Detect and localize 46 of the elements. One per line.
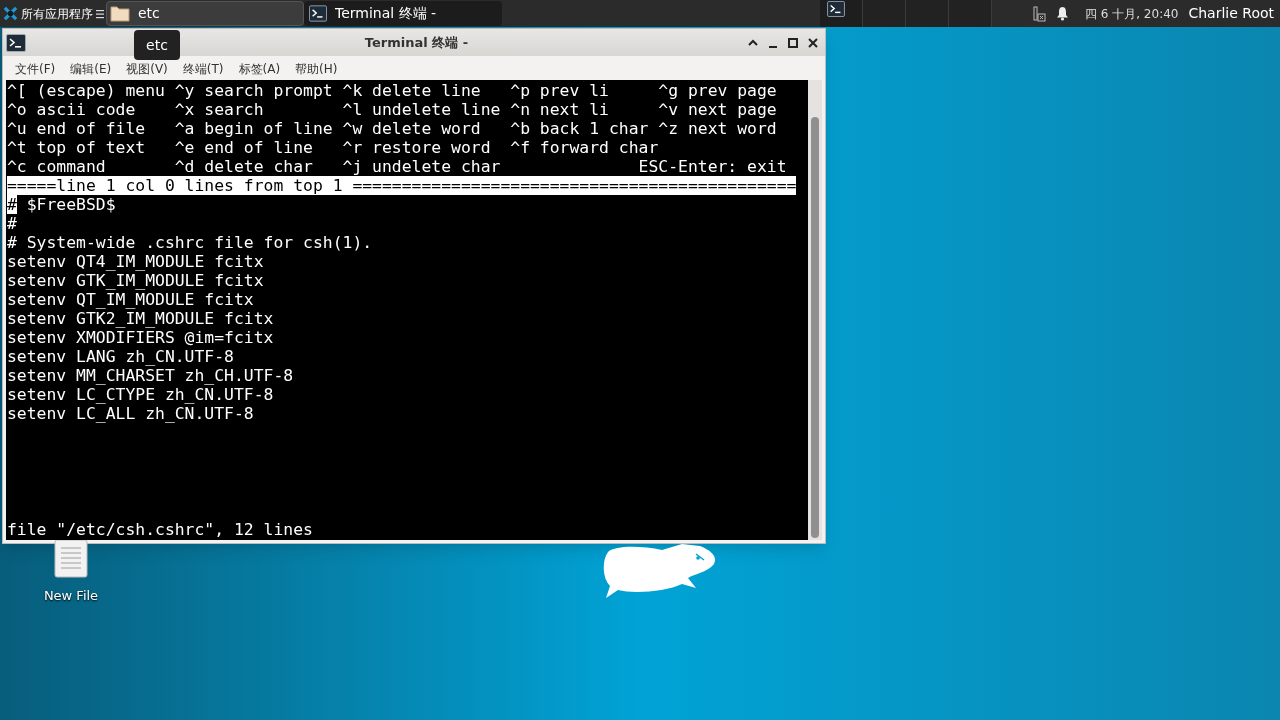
menu-item[interactable]: 终端(T)	[176, 60, 230, 78]
help-line: ^u end of file ^a begin of line ^w delete word ^b back 1 char ^z next word	[7, 119, 777, 138]
file-line: setenv MM_CHARSET zh_CH.UTF-8	[7, 366, 294, 385]
help-line: ^o ascii code ^x search ^l undelete line ^n next li ^v next page	[7, 100, 777, 119]
desktop-icon-label[interactable]: New File	[43, 586, 99, 606]
document-icon[interactable]	[54, 540, 88, 578]
help-line: ^[ (escape) menu ^y search prompt ^k delete line ^p prev li ^g prev page	[7, 81, 777, 100]
folder-icon	[110, 5, 130, 22]
file-line: #	[7, 214, 17, 233]
file-line: setenv QT_IM_MODULE fcitx	[7, 290, 254, 309]
scrollbar[interactable]	[808, 80, 822, 540]
clock[interactable]: 四 6 十月, 20:40	[1078, 4, 1179, 23]
status-message: file "/etc/csh.cshrc", 12 lines	[7, 520, 313, 540]
terminal-icon	[6, 33, 26, 52]
file-line: setenv GTK2_IM_MODULE fcitx	[7, 309, 274, 328]
task-button[interactable]: etc	[106, 1, 304, 26]
file-line: setenv LANG zh_CN.UTF-8	[7, 347, 234, 366]
text-cursor: #	[7, 195, 17, 214]
xfce-logo-icon	[3, 6, 18, 21]
menu-item[interactable]: 编辑(E)	[64, 60, 118, 78]
file-line: setenv GTK_IM_MODULE fcitx	[7, 271, 264, 290]
network-icon	[1031, 5, 1046, 22]
workspace-button[interactable]	[820, 0, 863, 27]
file-line: # System-wide .cshrc file for csh(1).	[7, 233, 373, 252]
task-button[interactable]: Terminal 终端 -	[304, 1, 502, 26]
file-line: setenv QT4_IM_MODULE fcitx	[7, 252, 264, 271]
tooltip: etc	[134, 30, 180, 60]
menu-handle-icon	[96, 8, 104, 19]
window-title: Terminal 终端 -	[363, 33, 469, 52]
file-line: $FreeBSD$	[25, 195, 116, 214]
help-line: ^c command ^d delete char ^j undelete char ESC-Enter: exit	[7, 157, 787, 176]
close-icon[interactable]	[807, 36, 819, 49]
menu-item[interactable]: 帮助(H)	[289, 60, 344, 78]
scrollbar-thumb[interactable]	[811, 117, 819, 538]
notification-bell-icon	[1055, 6, 1069, 21]
file-line: setenv LC_ALL zh_CN.UTF-8	[7, 404, 254, 423]
file-line: setenv LC_CTYPE zh_CN.UTF-8	[7, 385, 274, 404]
user-name[interactable]: Charlie Root	[1188, 3, 1274, 24]
menu-item[interactable]: 视图(V)	[120, 60, 174, 78]
terminal-icon	[309, 5, 327, 22]
menu-item[interactable]: 文件(F)	[9, 60, 62, 78]
applications-menu-button[interactable]: 所有应用程序	[0, 0, 96, 27]
maximize-icon[interactable]	[787, 36, 799, 49]
file-line: setenv XMODIFIERS @im=fcitx	[7, 328, 274, 347]
menu-item[interactable]: 标签(A)	[232, 60, 287, 78]
help-line: ^t top of text ^e end of line ^r restore word ^f forward char	[7, 138, 659, 157]
